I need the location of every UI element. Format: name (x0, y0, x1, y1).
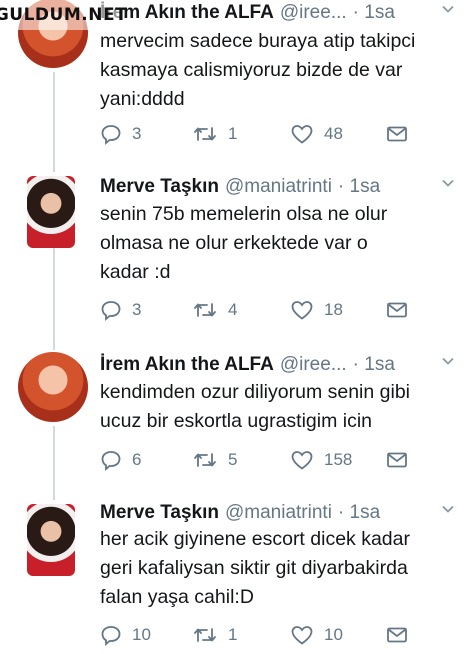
tweet-actions: 6 5 158 (100, 446, 429, 474)
tweet-text: kendimden ozur diliyorum senin gibi ucuz… (100, 378, 455, 436)
envelope-icon (387, 452, 407, 468)
tweet-text: her acik giyinene escort dicek kadar ger… (100, 525, 455, 612)
tweet-text-line: kasmaya calismiyoruz bizde de var (100, 59, 403, 81)
tweet-2[interactable]: Merve Taşkın @maniatrinti · 1sa senin 75… (0, 170, 469, 340)
message-button[interactable] (386, 296, 408, 324)
like-count: 158 (324, 450, 353, 469)
retweet-count: 1 (228, 625, 238, 644)
tweet-header: Merve Taşkın @maniatrinti · 1sa (100, 502, 455, 526)
user-handle[interactable]: @iree... (280, 354, 347, 376)
retweet-icon (194, 303, 216, 317)
retweet-icon (194, 453, 216, 467)
tweet-text-line: yani:dddd (100, 88, 185, 110)
avatar[interactable] (27, 176, 75, 248)
tweet-actions: 3 1 48 (100, 120, 429, 148)
tweet-text-line: her acik giyinene escort dicek kadar (100, 528, 410, 550)
tweet-4[interactable]: Merve Taşkın @maniatrinti · 1sa her acik… (0, 494, 469, 654)
tweet-actions: 10 1 10 (100, 621, 429, 649)
reply-count: 10 (132, 625, 151, 644)
user-handle[interactable]: @maniatrinti (225, 176, 332, 198)
tweet-text-line: senin 75b memelerin olsa ne olur (100, 203, 388, 225)
tweet-3[interactable]: İrem Akın the ALFA @iree... · 1sa kendim… (0, 346, 469, 494)
reply-count: 6 (132, 450, 142, 469)
watermark-logo: GULDUM.NET (0, 0, 127, 30)
reply-count: 3 (132, 124, 142, 143)
chevron-down-icon[interactable] (441, 502, 455, 516)
display-name[interactable]: Merve Taşkın (100, 176, 219, 198)
tweet-text-line: mervecim sadece buraya atip takipci (100, 30, 416, 52)
retweet-count: 1 (228, 124, 238, 143)
user-handle[interactable]: @iree... (280, 2, 347, 24)
envelope-icon (387, 126, 407, 142)
envelope-icon (387, 302, 407, 318)
heart-icon (291, 451, 313, 470)
reply-button[interactable]: 3 (100, 296, 141, 324)
timestamp[interactable]: · 1sa (353, 2, 395, 24)
retweet-icon (194, 628, 216, 642)
retweet-button[interactable]: 1 (192, 621, 237, 649)
reply-button[interactable]: 6 (100, 446, 141, 474)
chevron-down-icon[interactable] (441, 2, 455, 16)
display-name[interactable]: İrem Akın the ALFA (100, 354, 274, 376)
message-button[interactable] (386, 120, 408, 148)
heart-icon (291, 301, 313, 320)
reply-button[interactable]: 3 (100, 120, 141, 148)
timestamp[interactable]: · 1sa (338, 176, 380, 198)
tweet-text-line: kendimden ozur diliyorum senin gibi (100, 381, 410, 403)
retweet-button[interactable]: 4 (192, 296, 237, 324)
avatar[interactable] (27, 504, 75, 576)
heart-icon (291, 626, 313, 645)
retweet-count: 5 (228, 450, 238, 469)
envelope-icon (387, 627, 407, 643)
tweet-text: senin 75b memelerin olsa ne olur olmasa … (100, 200, 455, 287)
tweet-header: İrem Akın the ALFA @iree... · 1sa (100, 354, 455, 378)
heart-icon (291, 125, 313, 144)
reply-icon (101, 626, 121, 646)
tweet-text-line: kadar :d (100, 261, 171, 283)
reply-button[interactable]: 10 (100, 621, 151, 649)
chevron-down-icon[interactable] (441, 354, 455, 368)
like-button[interactable]: 158 (290, 446, 352, 474)
avatar[interactable] (18, 352, 88, 422)
reply-count: 3 (132, 300, 142, 319)
tweet-header: İrem Akın the ALFA @iree... · 1sa (100, 2, 455, 26)
reply-icon (101, 301, 121, 321)
timestamp[interactable]: · 1sa (338, 502, 380, 524)
retweet-button[interactable]: 5 (192, 446, 237, 474)
display-name[interactable]: Merve Taşkın (100, 502, 219, 524)
like-button[interactable]: 48 (290, 120, 343, 148)
reply-icon (101, 451, 121, 471)
retweet-count: 4 (228, 300, 238, 319)
chevron-down-icon[interactable] (441, 176, 455, 190)
like-count: 48 (324, 124, 343, 143)
tweet-text: mervecim sadece buraya atip takipci kasm… (100, 27, 455, 114)
like-count: 10 (324, 625, 343, 644)
tweet-text-line: olmasa ne olur erkektede var o (100, 232, 368, 254)
user-handle[interactable]: @maniatrinti (225, 502, 332, 524)
tweet-text-line: geri kafaliysan siktir git diyarbakirda (100, 557, 408, 579)
reply-icon (101, 125, 121, 145)
like-button[interactable]: 18 (290, 296, 343, 324)
tweet-text-line: falan yaşa cahil:D (100, 586, 254, 608)
retweet-icon (194, 127, 216, 141)
tweet-text-line: ucuz bir eskortla ugrastigim icin (100, 410, 373, 432)
like-count: 18 (324, 300, 343, 319)
timestamp[interactable]: · 1sa (353, 354, 395, 376)
message-button[interactable] (386, 446, 408, 474)
like-button[interactable]: 10 (290, 621, 343, 649)
message-button[interactable] (386, 621, 408, 649)
tweet-header: Merve Taşkın @maniatrinti · 1sa (100, 176, 455, 200)
retweet-button[interactable]: 1 (192, 120, 237, 148)
tweet-actions: 3 4 18 (100, 296, 429, 324)
